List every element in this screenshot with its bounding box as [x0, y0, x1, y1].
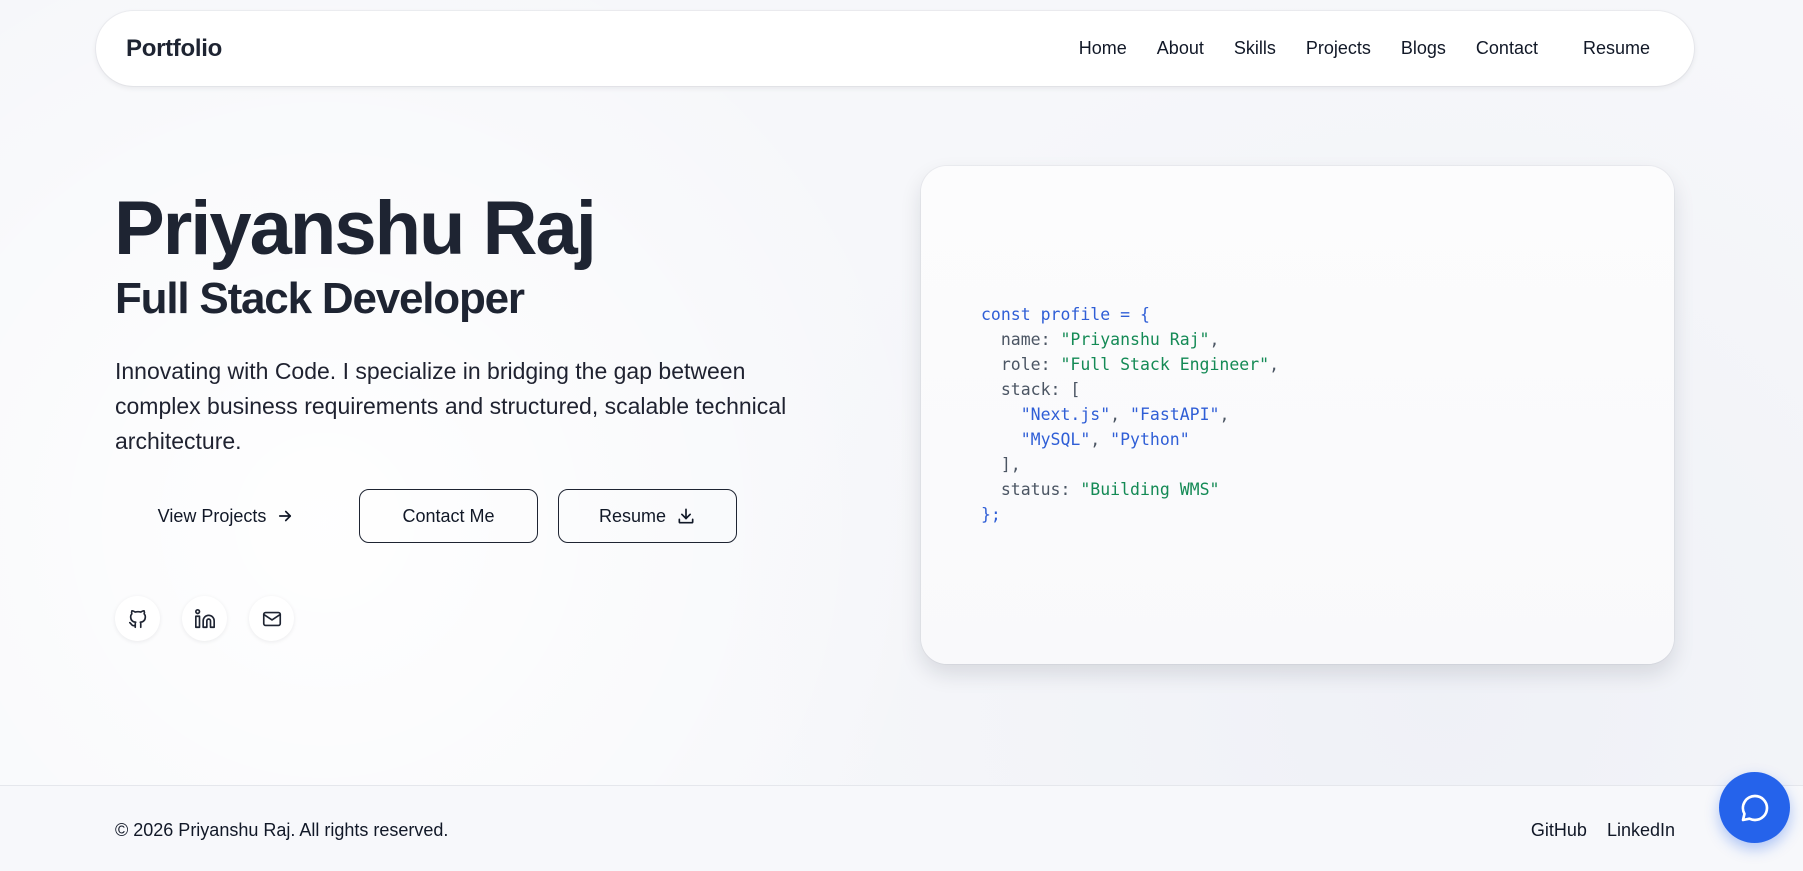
- code-profile-card: const profile = { name: "Priyanshu Raj",…: [921, 166, 1674, 664]
- nav-link-contact[interactable]: Contact: [1476, 38, 1538, 59]
- github-icon: [128, 609, 146, 628]
- brand-logo[interactable]: Portfolio: [126, 35, 222, 63]
- linkedin-link[interactable]: [182, 596, 227, 641]
- footer-link-linkedin[interactable]: LinkedIn: [1607, 820, 1675, 841]
- code-key-stack: stack: [: [1000, 380, 1081, 399]
- github-link[interactable]: [115, 596, 160, 641]
- resume-download-button[interactable]: Resume: [558, 489, 737, 543]
- chat-bubble-icon: [1741, 794, 1768, 821]
- chat-button[interactable]: [1719, 772, 1790, 843]
- code-key-status: status:: [1000, 480, 1081, 499]
- code-val-status: "Building WMS": [1080, 480, 1220, 499]
- nav-link-blogs[interactable]: Blogs: [1401, 38, 1446, 59]
- code-stack-item: "Python": [1110, 430, 1190, 449]
- resume-label: Resume: [598, 505, 667, 526]
- linkedin-icon: [194, 608, 215, 628]
- hero-role: Full Stack Developer: [115, 274, 525, 323]
- view-projects-label: View Projects: [157, 505, 267, 526]
- footer-link-github[interactable]: GitHub: [1531, 820, 1587, 841]
- code-val-role: "Full Stack Engineer": [1060, 355, 1270, 374]
- code-key-role: role:: [1000, 355, 1061, 374]
- nav-link-about[interactable]: About: [1157, 38, 1204, 59]
- code-stack-item: "Next.js": [1020, 405, 1111, 424]
- view-projects-button[interactable]: View Projects: [136, 489, 316, 543]
- code-stack-item: "MySQL": [1020, 430, 1091, 449]
- navbar: Portfolio Home About Skills Projects Blo…: [96, 11, 1694, 86]
- hero-description: Innovating with Code. I specialize in br…: [115, 358, 787, 454]
- footer: © 2026 Priyanshu Raj. All rights reserve…: [0, 785, 1803, 871]
- nav-link-skills[interactable]: Skills: [1234, 38, 1276, 59]
- contact-me-button[interactable]: Contact Me: [359, 489, 538, 543]
- nav-link-home[interactable]: Home: [1079, 38, 1127, 59]
- nav-link-projects[interactable]: Projects: [1306, 38, 1371, 59]
- code-stack-item: "FastAPI": [1130, 405, 1220, 424]
- code-line-open: const profile = {: [981, 305, 1150, 324]
- download-icon: [678, 508, 694, 524]
- copyright-text: © 2026 Priyanshu Raj. All rights reserve…: [115, 820, 449, 840]
- code-line-close: };: [981, 505, 1001, 524]
- email-link[interactable]: [249, 596, 294, 641]
- nav-links: Home About Skills Projects Blogs Contact…: [1049, 38, 1650, 59]
- code-block: const profile = { name: "Priyanshu Raj",…: [981, 305, 1280, 524]
- code-key-name: name:: [1000, 330, 1061, 349]
- hero-name: Priyanshu Raj: [114, 186, 597, 271]
- code-val-name: "Priyanshu Raj": [1060, 330, 1210, 349]
- nav-link-resume[interactable]: Resume: [1583, 38, 1650, 59]
- footer-links: GitHub LinkedIn: [1511, 820, 1675, 841]
- arrow-right-icon: [279, 510, 292, 522]
- mail-icon: [262, 611, 281, 626]
- contact-me-label: Contact Me: [402, 505, 495, 526]
- code-stack-close: ],: [1000, 455, 1021, 474]
